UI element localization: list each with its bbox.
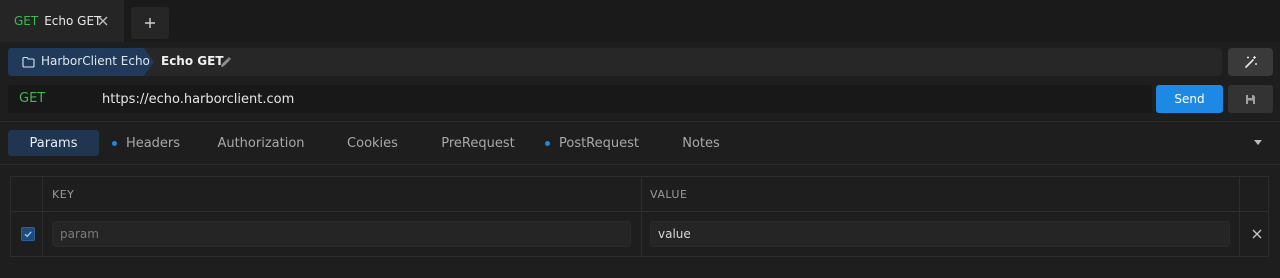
tab-notes[interactable]: Notes xyxy=(672,130,730,156)
chevron-down-icon[interactable] xyxy=(1254,140,1262,145)
breadcrumb-folder[interactable]: HarborClient Echo xyxy=(8,48,154,76)
column-divider xyxy=(641,177,642,256)
tab-postrequest[interactable]: PostRequest xyxy=(542,130,642,156)
url-input[interactable] xyxy=(96,85,1136,113)
new-tab-button[interactable] xyxy=(131,7,169,39)
tab-params[interactable]: Params xyxy=(8,130,99,156)
breadcrumb-folder-label: HarborClient Echo xyxy=(41,54,150,68)
column-divider xyxy=(1239,177,1240,256)
magic-wand-icon xyxy=(1244,56,1257,68)
tab-headers-label: Headers xyxy=(125,135,181,151)
tab-headers[interactable]: Headers xyxy=(106,130,186,156)
breadcrumb-request-name: Echo GET xyxy=(161,54,224,68)
tab-authorization[interactable]: Authorization xyxy=(212,130,310,156)
column-header-key: KEY xyxy=(52,187,75,201)
tab-cookies[interactable]: Cookies xyxy=(335,130,410,156)
param-key-input[interactable] xyxy=(52,221,631,247)
send-button[interactable]: Send xyxy=(1156,85,1223,113)
divider xyxy=(0,121,1280,122)
modified-dot xyxy=(111,140,117,146)
tab-method: GET xyxy=(14,14,39,28)
pencil-icon[interactable] xyxy=(219,56,232,69)
tab-name: Echo GET xyxy=(44,14,102,28)
close-icon[interactable] xyxy=(1251,228,1263,240)
params-table: KEY VALUE xyxy=(10,176,1269,257)
save-button[interactable] xyxy=(1228,85,1273,113)
method-select[interactable]: GET xyxy=(19,91,45,106)
column-header-value: VALUE xyxy=(650,187,688,201)
save-icon xyxy=(1246,94,1255,104)
plus-icon xyxy=(145,18,155,28)
request-section-tabs: Params Headers Authorization Cookies Pre… xyxy=(0,124,1280,162)
request-tab[interactable]: GET Echo GET xyxy=(0,0,124,42)
divider xyxy=(0,164,1280,165)
tab-notes-label: Notes xyxy=(682,135,720,151)
tab-params-label: Params xyxy=(29,135,78,151)
column-divider xyxy=(42,177,43,256)
param-value-input[interactable] xyxy=(650,221,1230,247)
tab-cookies-label: Cookies xyxy=(347,135,398,151)
tab-authorization-label: Authorization xyxy=(217,135,305,151)
tab-prerequest-label: PreRequest xyxy=(441,135,515,151)
header-divider xyxy=(11,211,1268,212)
request-tab-bar: GET Echo GET xyxy=(0,0,1280,42)
tab-prerequest[interactable]: PreRequest xyxy=(432,130,524,156)
modified-dot xyxy=(544,140,550,146)
magic-wand-button[interactable] xyxy=(1228,48,1273,76)
breadcrumb: HarborClient Echo Echo GET xyxy=(8,48,1222,76)
check-icon xyxy=(24,231,32,238)
url-bar: GET xyxy=(8,85,1152,113)
tab-postrequest-label: PostRequest xyxy=(558,135,639,151)
close-icon[interactable] xyxy=(96,14,110,28)
param-enabled-checkbox[interactable] xyxy=(21,227,35,241)
folder-icon xyxy=(22,56,35,68)
